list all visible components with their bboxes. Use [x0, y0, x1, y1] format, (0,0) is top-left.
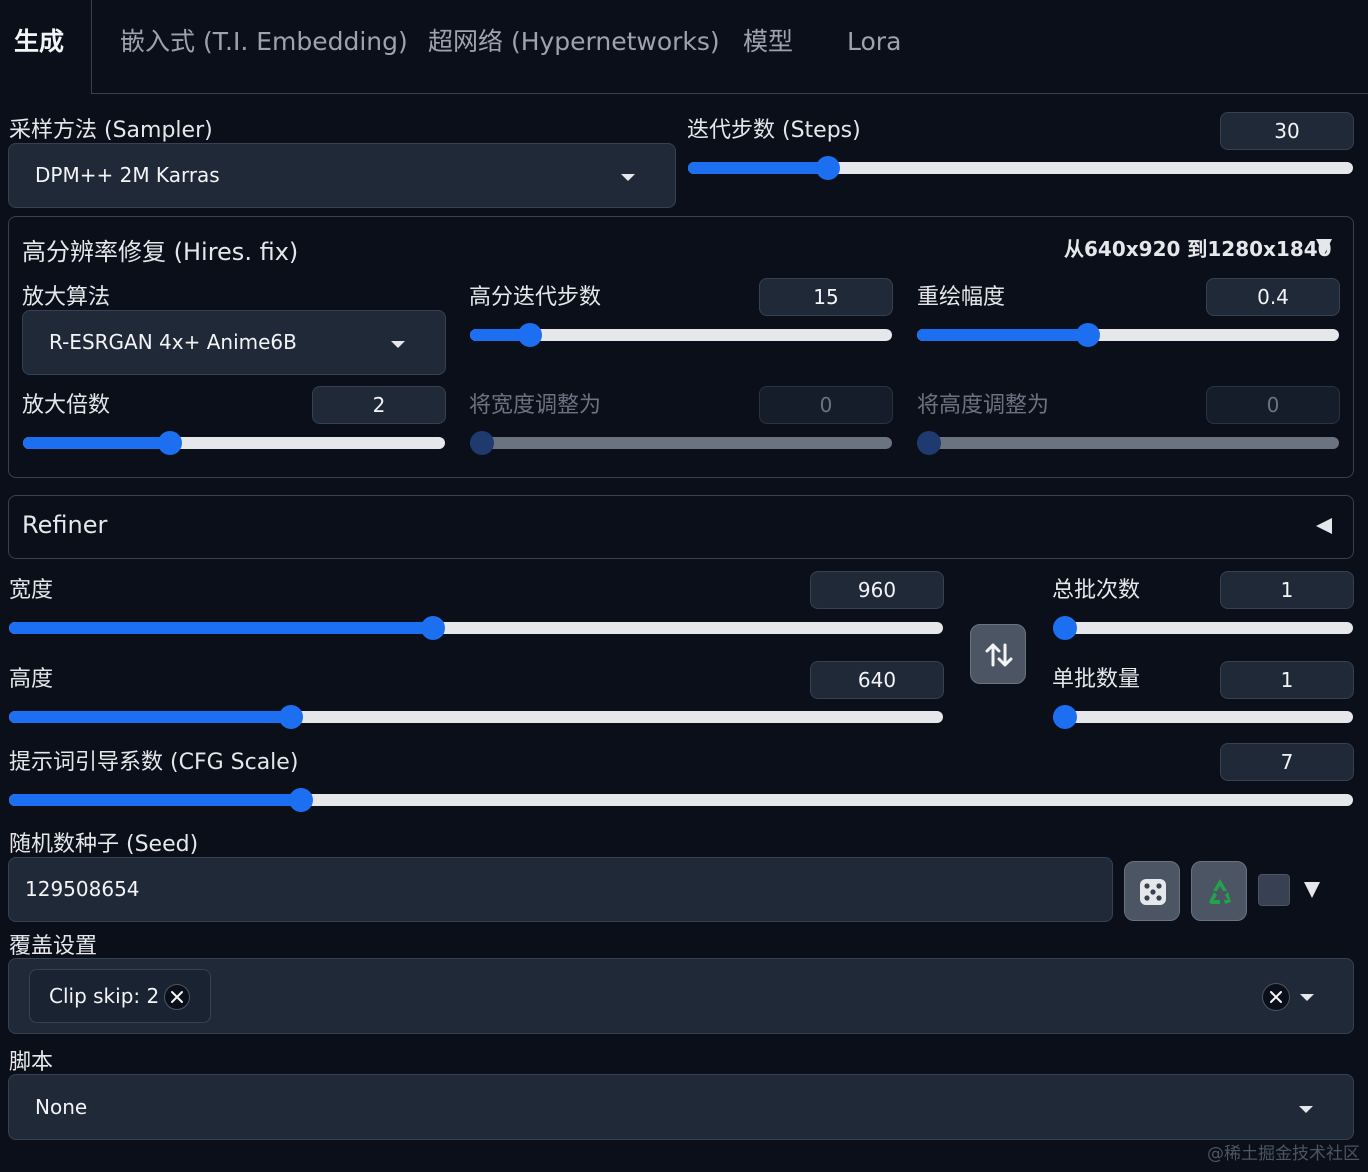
cfg-slider[interactable]	[9, 788, 1353, 812]
height-slider-fill	[9, 711, 292, 723]
sampler-value: DPM++ 2M Karras	[35, 163, 220, 187]
scale-slider[interactable]	[23, 431, 445, 455]
steps-slider-thumb[interactable]	[816, 156, 841, 180]
extra-seed-checkbox[interactable]	[1258, 874, 1290, 906]
dice-icon	[1140, 879, 1166, 905]
resize-width-input[interactable]: 0	[759, 386, 893, 424]
scale-slider-fill	[23, 437, 171, 449]
width-slider[interactable]	[9, 616, 943, 640]
resize-height-input[interactable]: 0	[1206, 386, 1340, 424]
hires-fix-summary: 从640x920 到1280x1840	[1064, 237, 1332, 261]
tab-bar: 生成 嵌入式 (T.I. Embedding) 超网络 (Hypernetwor…	[0, 0, 1368, 95]
chevron-down-icon	[1299, 1106, 1313, 1113]
width-input[interactable]: 960	[810, 571, 944, 609]
collapse-triangle-icon[interactable]	[1316, 239, 1332, 255]
sampler-label: 采样方法 (Sampler)	[9, 118, 213, 143]
height-slider[interactable]	[9, 705, 943, 729]
script-value: None	[35, 1095, 88, 1119]
resize-width-slider[interactable]	[470, 431, 892, 455]
width-slider-thumb[interactable]	[421, 616, 446, 640]
upscaler-label: 放大算法	[22, 285, 111, 310]
tab-embedding[interactable]: 嵌入式 (T.I. Embedding)	[120, 22, 408, 62]
seed-label: 随机数种子 (Seed)	[9, 832, 199, 857]
seed-input[interactable]: 129508654	[8, 857, 1113, 922]
watermark: @稀土掘金技术社区	[1207, 1144, 1360, 1164]
hires-steps-slider-thumb[interactable]	[517, 323, 542, 347]
scale-label: 放大倍数	[22, 393, 111, 418]
script-dropdown[interactable]: None	[8, 1074, 1354, 1140]
override-label: 覆盖设置	[9, 934, 98, 959]
steps-slider-fill	[688, 162, 829, 174]
width-slider-fill	[9, 622, 434, 634]
cfg-slider-fill	[9, 794, 301, 806]
batch-size-label: 单批数量	[1052, 667, 1141, 692]
steps-slider[interactable]	[688, 156, 1353, 180]
upscaler-value: R-ESRGAN 4x+ Anime6B	[49, 330, 297, 354]
chevron-down-icon[interactable]	[1300, 994, 1314, 1001]
swap-arrows-icon	[985, 643, 1013, 667]
override-settings-field[interactable]: Clip skip: 2	[8, 958, 1354, 1034]
script-label: 脚本	[9, 1050, 54, 1075]
recycle-icon	[1209, 879, 1231, 904]
tab-hypernetworks[interactable]: 超网络 (Hypernetworks)	[428, 22, 720, 62]
hires-steps-label: 高分迭代步数	[469, 285, 602, 310]
denoise-input[interactable]: 0.4	[1206, 278, 1340, 316]
chevron-down-icon	[391, 341, 405, 348]
scale-input[interactable]: 2	[312, 386, 446, 424]
hires-steps-slider[interactable]	[470, 323, 892, 347]
refiner-panel[interactable]	[8, 495, 1354, 559]
close-icon	[1270, 991, 1282, 1003]
override-chip-label: Clip skip: 2	[49, 984, 160, 1008]
override-chip[interactable]: Clip skip: 2	[29, 969, 211, 1023]
hires-fix-title[interactable]: 高分辨率修复 (Hires. fix)	[22, 232, 298, 267]
batch-count-slider-thumb[interactable]	[1053, 616, 1077, 640]
close-icon	[171, 991, 183, 1003]
batch-size-input[interactable]: 1	[1220, 661, 1354, 699]
expand-triangle-icon[interactable]	[1316, 518, 1332, 534]
reuse-seed-button[interactable]	[1191, 861, 1247, 921]
height-input[interactable]: 640	[810, 661, 944, 699]
remove-chip-button[interactable]	[164, 984, 190, 1010]
denoise-slider-thumb[interactable]	[1076, 323, 1101, 347]
tab-generate[interactable]: 生成	[14, 22, 64, 62]
refiner-title: Refiner	[22, 511, 108, 539]
denoise-slider-fill	[917, 329, 1089, 341]
sampler-dropdown[interactable]: DPM++ 2M Karras	[8, 143, 676, 208]
seed-extra-toggle-icon[interactable]	[1304, 882, 1320, 898]
tab-lora[interactable]: Lora	[847, 22, 901, 62]
tab-underline	[92, 93, 1368, 94]
tab-separator	[91, 0, 92, 94]
hires-steps-input[interactable]: 15	[759, 278, 893, 316]
resize-height-label: 将高度调整为	[917, 393, 1050, 418]
batch-count-input[interactable]: 1	[1220, 571, 1354, 609]
batch-count-slider[interactable]	[1053, 616, 1353, 640]
height-label: 高度	[9, 667, 54, 692]
batch-size-slider-thumb[interactable]	[1053, 705, 1077, 729]
clear-all-button[interactable]	[1262, 983, 1290, 1011]
denoise-label: 重绘幅度	[917, 285, 1006, 310]
seed-value: 129508654	[25, 877, 140, 901]
steps-input[interactable]: 30	[1220, 112, 1354, 150]
resize-width-slider-thumb[interactable]	[470, 431, 494, 455]
tab-models[interactable]: 模型	[743, 22, 793, 62]
steps-label: 迭代步数 (Steps)	[687, 118, 861, 143]
random-seed-button[interactable]	[1124, 861, 1180, 921]
denoise-slider[interactable]	[917, 323, 1339, 347]
batch-count-label: 总批次数	[1052, 578, 1141, 603]
height-slider-thumb[interactable]	[279, 705, 304, 729]
width-label: 宽度	[9, 578, 54, 603]
cfg-label: 提示词引导系数 (CFG Scale)	[9, 750, 299, 775]
cfg-slider-thumb[interactable]	[288, 788, 313, 812]
chevron-down-icon	[621, 174, 635, 181]
upscaler-dropdown[interactable]: R-ESRGAN 4x+ Anime6B	[22, 310, 446, 375]
resize-height-slider-thumb[interactable]	[917, 431, 941, 455]
swap-dimensions-button[interactable]	[970, 624, 1026, 684]
cfg-input[interactable]: 7	[1220, 743, 1354, 781]
resize-height-slider[interactable]	[917, 431, 1339, 455]
batch-size-slider[interactable]	[1053, 705, 1353, 729]
resize-width-label: 将宽度调整为	[469, 393, 602, 418]
